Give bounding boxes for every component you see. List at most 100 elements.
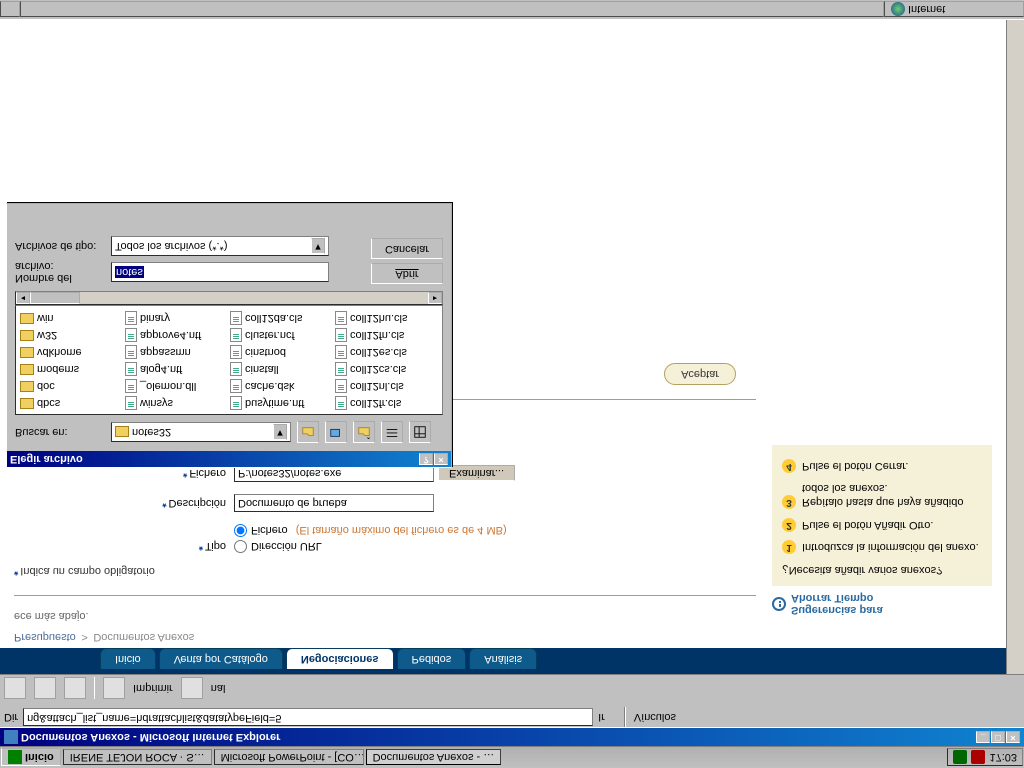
file-item[interactable]: modems bbox=[18, 361, 123, 378]
tab-inicio[interactable]: Inicio bbox=[100, 648, 156, 669]
step-number: 4 bbox=[782, 459, 796, 473]
step-number: 1 bbox=[782, 540, 796, 554]
tab-negociaciones[interactable]: Negociaciones bbox=[286, 648, 394, 669]
fichero-radio[interactable] bbox=[234, 524, 247, 537]
file-item[interactable]: approve4.ntf bbox=[123, 327, 228, 344]
ie-icon bbox=[4, 730, 18, 744]
file-item[interactable]: coll12cs.cls bbox=[333, 361, 438, 378]
folder-icon bbox=[20, 398, 34, 409]
tab-bar: Inicio Venta por Catálogo Negociaciones … bbox=[0, 648, 1006, 674]
file-item[interactable]: cinstnod bbox=[228, 344, 333, 361]
filetype-combo[interactable]: Todos los archivos (*.*)▾ bbox=[111, 236, 329, 256]
aceptar-button[interactable]: Aceptar bbox=[664, 363, 736, 385]
breadcrumb-current: Documentos Anexos bbox=[93, 631, 194, 643]
maximize-button[interactable]: □ bbox=[991, 731, 1005, 743]
file-icon bbox=[125, 397, 137, 411]
file-item[interactable]: coll12fr.cls bbox=[333, 395, 438, 412]
cancel-button[interactable]: Cancelar bbox=[371, 238, 443, 259]
toolbar-icon[interactable] bbox=[181, 677, 203, 699]
close-button[interactable]: × bbox=[1006, 731, 1020, 743]
folder-icon bbox=[20, 381, 34, 392]
file-item[interactable]: _olemon.dll bbox=[123, 378, 228, 395]
file-item[interactable]: coll12hu.cls bbox=[333, 310, 438, 327]
minimize-button[interactable]: _ bbox=[976, 731, 990, 743]
address-input[interactable]: ng&attach_list_name=hdrattachlist&dataty… bbox=[23, 708, 593, 726]
tab-pedidos[interactable]: Pedidos bbox=[397, 648, 467, 669]
internet-zone-icon bbox=[891, 3, 905, 17]
status-bar: Internet bbox=[0, 0, 1024, 20]
newfolder-button[interactable]: * bbox=[353, 421, 375, 443]
status-icon bbox=[0, 2, 20, 18]
file-item[interactable]: vdkhome bbox=[18, 344, 123, 361]
file-icon bbox=[335, 346, 347, 360]
desktop-button[interactable] bbox=[325, 421, 347, 443]
file-list[interactable]: dbcsdocmodemsvdkhomew32win winsys_olemon.… bbox=[15, 305, 443, 415]
file-item[interactable]: cache.dsk bbox=[228, 378, 333, 395]
file-item[interactable]: coll12nl.cls bbox=[333, 378, 438, 395]
window-titlebar: Documentos Anexos - Microsoft Internet E… bbox=[0, 728, 1024, 746]
address-label: Dir bbox=[4, 711, 18, 723]
direccion-radio[interactable] bbox=[234, 540, 247, 553]
folder-icon bbox=[20, 347, 34, 358]
folder-icon bbox=[20, 313, 34, 324]
taskbar: Inicio IRENE TEJON ROCA · S… Microsoft P… bbox=[0, 746, 1024, 768]
file-item[interactable]: appassmn bbox=[123, 344, 228, 361]
svg-text:*: * bbox=[367, 431, 371, 439]
dialog-help-button[interactable]: ? bbox=[419, 453, 433, 465]
filename-input[interactable]: notes bbox=[111, 262, 329, 282]
links-label[interactable]: Vínculos bbox=[634, 711, 676, 723]
file-item[interactable]: busytime.ntf bbox=[228, 395, 333, 412]
file-item[interactable]: cinstall bbox=[228, 361, 333, 378]
file-item[interactable]: coll12es.cls bbox=[333, 344, 438, 361]
step-number: 3 bbox=[782, 495, 796, 509]
file-item[interactable]: winsys bbox=[123, 395, 228, 412]
tab-analisis[interactable]: Análisis bbox=[469, 648, 537, 669]
toolbar-label: nal bbox=[211, 682, 226, 694]
descripcion-input[interactable] bbox=[234, 494, 434, 512]
tray-icon[interactable] bbox=[971, 751, 985, 765]
folder-icon bbox=[20, 364, 34, 375]
stop-button[interactable] bbox=[64, 677, 86, 699]
breadcrumb: Presupuesto > Documentos Anexos bbox=[0, 626, 1006, 648]
dialog-close-button[interactable]: × bbox=[434, 453, 448, 465]
file-item[interactable]: coll12da.cls bbox=[228, 310, 333, 327]
file-item[interactable]: win bbox=[18, 310, 123, 327]
file-item[interactable]: coll12fn.cls bbox=[333, 327, 438, 344]
list-view-button[interactable] bbox=[381, 421, 403, 443]
tip-step: Pulse el botón Añadir Otro. bbox=[802, 517, 933, 531]
file-icon bbox=[335, 380, 347, 394]
up-folder-button[interactable] bbox=[297, 421, 319, 443]
horizontal-scrollbar[interactable]: ◂▸ bbox=[15, 291, 443, 305]
detail-view-button[interactable] bbox=[409, 421, 431, 443]
go-button[interactable]: Ir bbox=[598, 711, 605, 723]
chevron-down-icon[interactable]: ▾ bbox=[273, 424, 287, 440]
file-item[interactable]: cluster.ncf bbox=[228, 327, 333, 344]
file-item[interactable]: dbcs bbox=[18, 395, 123, 412]
task-item[interactable]: Documentos Anexos - … bbox=[366, 750, 502, 766]
start-button[interactable]: Inicio bbox=[1, 749, 61, 767]
file-item[interactable]: alog4.ntf bbox=[123, 361, 228, 378]
browser-window: Documentos Anexos - Microsoft Internet E… bbox=[0, 728, 1024, 746]
file-icon bbox=[335, 397, 347, 411]
file-icon bbox=[230, 363, 242, 377]
file-item[interactable]: w32 bbox=[18, 327, 123, 344]
task-item[interactable]: IRENE TEJON ROCA · S… bbox=[63, 750, 212, 766]
back-button[interactable] bbox=[4, 677, 26, 699]
vertical-scrollbar[interactable] bbox=[1006, 20, 1024, 674]
forward-button[interactable] bbox=[34, 677, 56, 699]
dialog-titlebar: Elegir archivo ? × bbox=[7, 451, 451, 467]
print-icon[interactable] bbox=[103, 677, 125, 699]
file-item[interactable]: binary bbox=[123, 310, 228, 327]
partial-text: ece más abajo. bbox=[14, 610, 756, 622]
chevron-down-icon[interactable]: ▾ bbox=[311, 238, 325, 254]
status-zone: Internet bbox=[908, 4, 945, 16]
file-icon bbox=[335, 363, 347, 377]
open-button[interactable]: Abrir bbox=[371, 263, 443, 284]
tray-icon[interactable] bbox=[953, 751, 967, 765]
task-item[interactable]: Microsoft PowerPoint - [CO… bbox=[214, 750, 364, 766]
tab-catalogo[interactable]: Venta por Catálogo bbox=[159, 648, 283, 669]
breadcrumb-link[interactable]: Presupuesto bbox=[14, 631, 76, 643]
file-icon bbox=[230, 346, 242, 360]
file-item[interactable]: doc bbox=[18, 378, 123, 395]
lookin-combo[interactable]: notes32 ▾ bbox=[111, 422, 291, 442]
